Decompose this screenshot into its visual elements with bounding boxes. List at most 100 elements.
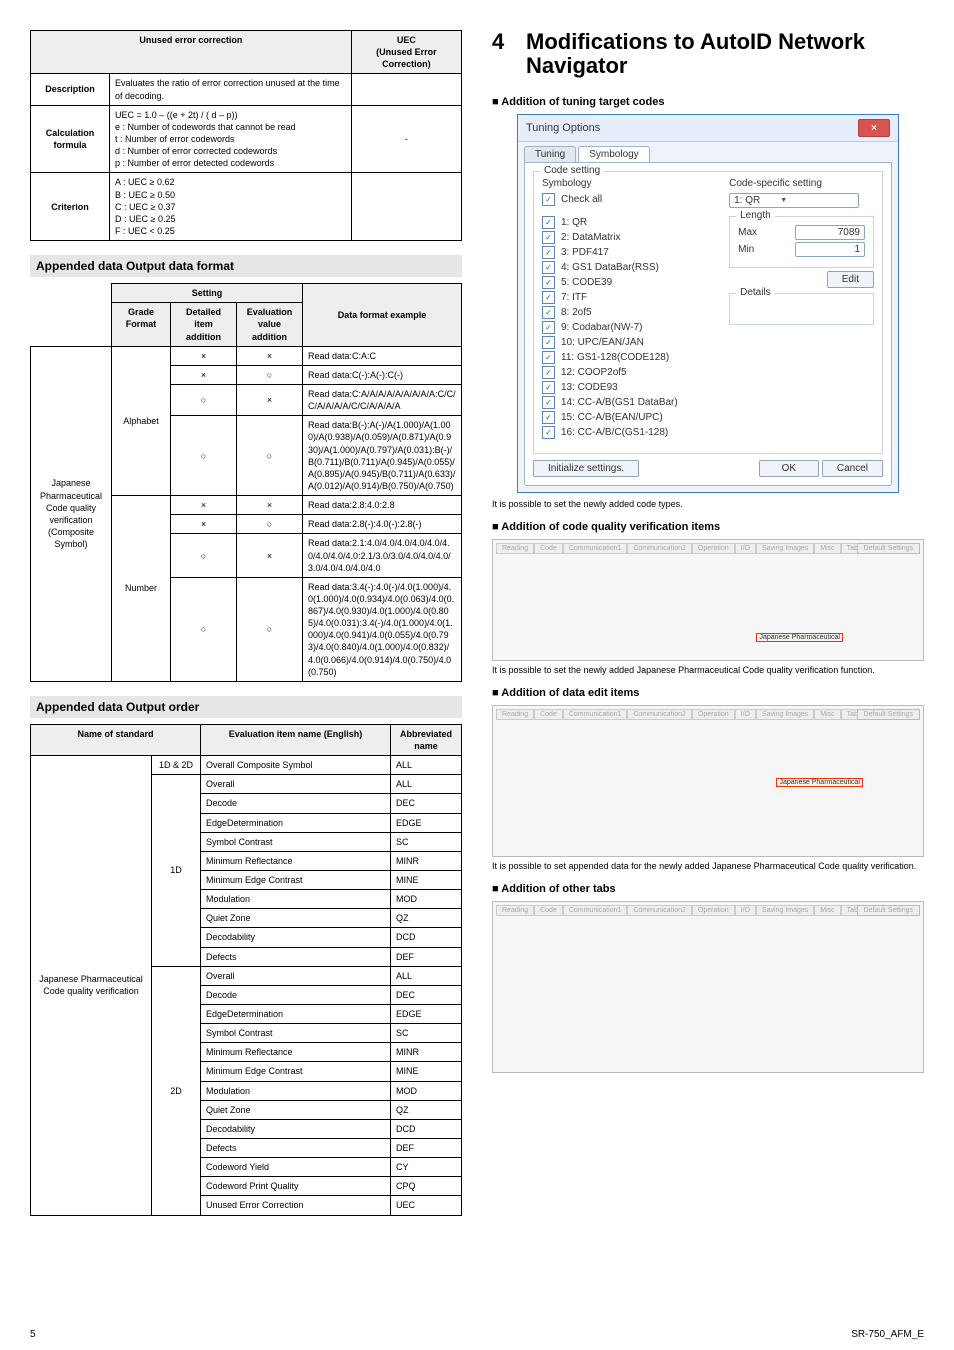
- cell: Overall: [201, 966, 391, 985]
- symbology-label: 12: COOP2of5: [561, 367, 627, 378]
- mini-tab[interactable]: Saving Images: [756, 543, 814, 554]
- cell: MOD: [391, 1081, 462, 1100]
- symbology-item[interactable]: ✓3: PDF417: [542, 246, 719, 259]
- mini-tab[interactable]: Communication1: [563, 543, 628, 554]
- mini-tab[interactable]: Saving Images: [756, 905, 814, 916]
- default-settings-button-3[interactable]: Default Settings: [857, 905, 920, 916]
- checkbox-icon[interactable]: ✓: [542, 426, 555, 439]
- cell: ×: [171, 346, 237, 365]
- symbology-label: 10: UPC/EAN/JAN: [561, 337, 644, 348]
- mini-tab[interactable]: Communication2: [627, 543, 692, 554]
- min-label: Min: [738, 244, 754, 255]
- cell: Decode: [201, 985, 391, 1004]
- mini-tab[interactable]: Operation: [692, 543, 735, 554]
- mini-tab[interactable]: Communication1: [563, 709, 628, 720]
- mini-tab[interactable]: I/O: [735, 543, 756, 554]
- min-input[interactable]: 1: [795, 242, 865, 257]
- tab-tuning[interactable]: Tuning: [524, 146, 576, 162]
- checkbox-icon[interactable]: ✓: [542, 291, 555, 304]
- symbology-item[interactable]: ✓7: ITF: [542, 291, 719, 304]
- checkbox-icon[interactable]: ✓: [542, 351, 555, 364]
- symbology-item[interactable]: ✓16: CC-A/B/C(GS1-128): [542, 426, 719, 439]
- mini-tab[interactable]: Misc: [814, 709, 840, 720]
- checkbox-icon[interactable]: ✓: [542, 231, 555, 244]
- symbology-item[interactable]: ✓ 10: UPC/EAN/JAN: [542, 336, 719, 349]
- css-label: Code-specific setting: [729, 178, 874, 189]
- symbology-label: 5: CODE39: [561, 277, 612, 288]
- cell: SC: [391, 1024, 462, 1043]
- symbology-item[interactable]: ✓11: GS1-128(CODE128): [542, 351, 719, 364]
- cell: Decodability: [201, 928, 391, 947]
- symbology-item[interactable]: ✓9: Codabar(NW-7): [542, 321, 719, 334]
- mini-tab[interactable]: Operation: [692, 709, 735, 720]
- mini-tab[interactable]: Reading: [496, 709, 534, 720]
- symbology-item[interactable]: ✓14: CC-A/B(GS1 DataBar): [542, 396, 719, 409]
- tab-symbology[interactable]: Symbology: [578, 146, 649, 162]
- mini-tab[interactable]: Communication2: [627, 709, 692, 720]
- mini-tab[interactable]: Reading: [496, 905, 534, 916]
- cell: ALL: [391, 966, 462, 985]
- cell: Minimum Reflectance: [201, 1043, 391, 1062]
- code-select-value: 1: QR: [734, 195, 760, 206]
- cell: ○: [171, 534, 237, 577]
- mini-tab[interactable]: I/O: [735, 905, 756, 916]
- mini-tab[interactable]: I/O: [735, 709, 756, 720]
- mini-tab[interactable]: Operation: [692, 905, 735, 916]
- order-1d: 1D: [152, 775, 201, 966]
- checkbox-icon[interactable]: ✓: [542, 216, 555, 229]
- checkbox-icon[interactable]: ✓: [542, 381, 555, 394]
- mini-tab[interactable]: Misc: [814, 543, 840, 554]
- symbology-item[interactable]: ✓2: DataMatrix: [542, 231, 719, 244]
- checkbox-icon[interactable]: ✓: [542, 321, 555, 334]
- symbology-label: 13: CODE93: [561, 382, 618, 393]
- checkbox-icon[interactable]: ✓: [542, 276, 555, 289]
- code-select[interactable]: 1: QR: [729, 193, 859, 208]
- symbology-label: 1: QR: [561, 217, 587, 228]
- symbology-item[interactable]: ✓8: 2of5: [542, 306, 719, 319]
- mini-tab[interactable]: Code: [534, 709, 563, 720]
- symbology-item[interactable]: ✓ 12: COOP2of5: [542, 366, 719, 379]
- checkbox-icon[interactable]: ✓: [542, 396, 555, 409]
- cell: EdgeDetermination: [201, 1005, 391, 1024]
- mini-tab[interactable]: Misc: [814, 905, 840, 916]
- uec-calc-label: Calculation formula: [31, 105, 110, 173]
- symbology-item[interactable]: ✓4: GS1 DataBar(RSS): [542, 261, 719, 274]
- mini-tab[interactable]: Code: [534, 543, 563, 554]
- uec-crit-label: Criterion: [31, 173, 110, 241]
- mini-tab[interactable]: Communication2: [627, 905, 692, 916]
- checkbox-icon[interactable]: ✓: [542, 336, 555, 349]
- mini-tab[interactable]: Communication1: [563, 905, 628, 916]
- checkbox-icon[interactable]: ✓: [542, 306, 555, 319]
- cell: EdgeDetermination: [201, 813, 391, 832]
- symbology-item[interactable]: ✓15: CC-A/B(EAN/UPC): [542, 411, 719, 424]
- checkbox-icon[interactable]: ✓: [542, 246, 555, 259]
- mini-tab[interactable]: Reading: [496, 543, 534, 554]
- default-settings-button[interactable]: Default Settings: [857, 543, 920, 554]
- ok-button[interactable]: OK: [759, 460, 819, 477]
- edit-button[interactable]: Edit: [827, 271, 874, 288]
- cell: Modulation: [201, 890, 391, 909]
- checkbox-icon[interactable]: ✓: [542, 411, 555, 424]
- checkbox-icon[interactable]: ✓: [542, 366, 555, 379]
- cell: Modulation: [201, 1081, 391, 1100]
- symbology-item[interactable]: ✓ 5: CODE39: [542, 276, 719, 289]
- checkbox-checkall[interactable]: ✓: [542, 193, 555, 206]
- cell: MINE: [391, 1062, 462, 1081]
- init-button[interactable]: Initialize settings.: [533, 460, 639, 477]
- checkbox-icon[interactable]: ✓: [542, 261, 555, 274]
- cancel-button[interactable]: Cancel: [822, 460, 883, 477]
- close-icon[interactable]: ×: [858, 119, 890, 137]
- cell: ×: [237, 384, 303, 415]
- cell: Symbol Contrast: [201, 1024, 391, 1043]
- max-input[interactable]: 7089: [795, 225, 865, 240]
- symbology-item[interactable]: ✓ 1: QR: [542, 216, 719, 229]
- cell: CPQ: [391, 1177, 462, 1196]
- default-settings-button-2[interactable]: Default Settings: [857, 709, 920, 720]
- hl-japanese-pharma-2: Japanese Pharmaceutical: [776, 778, 863, 787]
- symbology-item[interactable]: ✓ 13: CODE93: [542, 381, 719, 394]
- cell: ×: [171, 365, 237, 384]
- cell: UEC: [391, 1196, 462, 1215]
- mini-tab[interactable]: Code: [534, 905, 563, 916]
- cell: Read data:C:A/A/A/A/A/A/A/A/A:C/C/C/A/A/…: [303, 384, 462, 415]
- mini-tab[interactable]: Saving Images: [756, 709, 814, 720]
